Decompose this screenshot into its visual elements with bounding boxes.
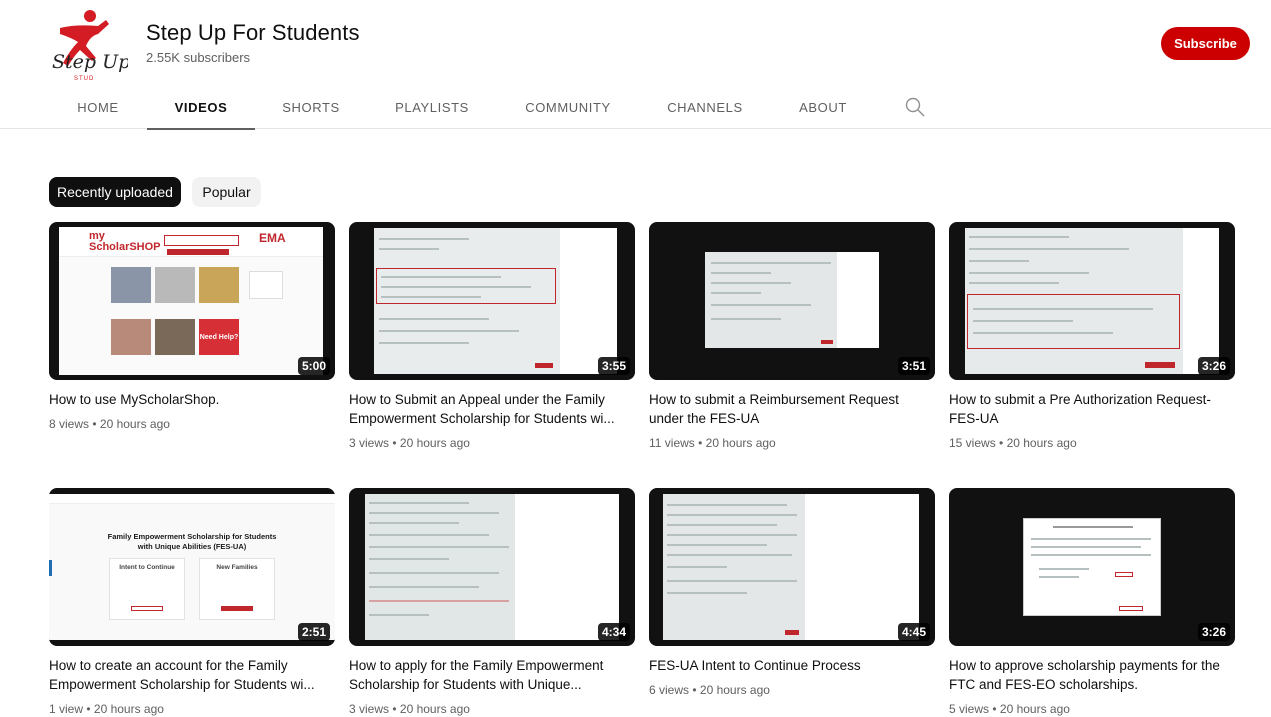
tab-shorts[interactable]: SHORTS (272, 86, 350, 129)
video-meta: 8 views • 20 hours ago (49, 417, 170, 431)
video-meta: 3 views • 20 hours ago (349, 436, 470, 450)
video-duration: 2:51 (297, 623, 330, 641)
video-duration: 4:45 (897, 623, 930, 641)
channel-tabs: HOME VIDEOS SHORTS PLAYLISTS COMMUNITY C… (0, 86, 1271, 130)
tab-community[interactable]: COMMUNITY (514, 86, 622, 129)
video-duration: 3:26 (1197, 623, 1230, 641)
video-duration: 3:55 (597, 357, 630, 375)
fes-intent-label: Intent to Continue (119, 564, 175, 571)
video-thumbnail[interactable]: Family Empowerment Scholarship for Stude… (49, 488, 335, 646)
video-meta: 1 view • 20 hours ago (49, 702, 164, 716)
video-thumbnail[interactable]: 4:45 (649, 488, 935, 646)
video-duration: 5:00 (297, 357, 330, 375)
video-thumbnail[interactable]: 3:26 (949, 488, 1235, 646)
chip-popular[interactable]: Popular (192, 177, 261, 207)
video-title[interactable]: How to use MyScholarShop. (49, 391, 335, 410)
video-thumbnail[interactable]: my ScholarSHOP EMA Need Help? 5:00 (49, 222, 335, 380)
tab-playlists[interactable]: PLAYLISTS (384, 86, 480, 129)
video-title[interactable]: How to create an account for the Family … (49, 657, 335, 694)
tab-home[interactable]: HOME (66, 86, 130, 129)
video-title[interactable]: How to Submit an Appeal under the Family… (349, 391, 635, 428)
channel-name[interactable]: Step Up For Students (146, 20, 360, 46)
video-title[interactable]: FES-UA Intent to Continue Process (649, 657, 935, 676)
video-title[interactable]: How to submit a Pre Authorization Reques… (949, 391, 1235, 428)
video-duration: 4:34 (597, 623, 630, 641)
logo-text: Step Up (52, 51, 128, 73)
tab-videos[interactable]: VIDEOS (147, 86, 255, 130)
video-title[interactable]: How to apply for the Family Empowerment … (349, 657, 635, 694)
video-meta: 15 views • 20 hours ago (949, 436, 1077, 450)
fes-new-label: New Families (216, 564, 258, 571)
tab-about[interactable]: ABOUT (788, 86, 858, 129)
need-help-tile: Need Help? (199, 319, 239, 355)
video-thumbnail[interactable]: 4:34 (349, 488, 635, 646)
fes-heading: Family Empowerment Scholarship for Stude… (107, 532, 277, 551)
channel-logo[interactable]: Step Up STUD (46, 6, 128, 82)
chip-recently-uploaded[interactable]: Recently uploaded (49, 177, 181, 207)
video-meta: 6 views • 20 hours ago (649, 683, 770, 697)
video-thumbnail[interactable]: 3:26 (949, 222, 1235, 380)
myscholarshop-logo: my ScholarSHOP (89, 230, 161, 253)
ema-logo: EMA (259, 231, 286, 245)
video-title[interactable]: How to approve scholarship payments for … (949, 657, 1235, 694)
search-icon[interactable] (904, 96, 926, 118)
video-meta: 11 views • 20 hours ago (649, 436, 776, 450)
tab-channels[interactable]: CHANNELS (656, 86, 754, 129)
video-thumbnail[interactable]: 3:51 (649, 222, 935, 380)
video-thumbnail[interactable]: 3:55 (349, 222, 635, 380)
channel-header: Step Up STUD Step Up For Students 2.55K … (0, 0, 1271, 82)
subscribe-button[interactable]: Subscribe (1161, 27, 1250, 60)
video-title[interactable]: How to submit a Reimbursement Request un… (649, 391, 935, 428)
video-duration: 3:51 (897, 357, 930, 375)
video-meta: 5 views • 20 hours ago (949, 702, 1070, 716)
video-duration: 3:26 (1197, 357, 1230, 375)
subscriber-count: 2.55K subscribers (146, 50, 251, 65)
svg-text:STUD: STUD (74, 76, 94, 82)
video-meta: 3 views • 20 hours ago (349, 702, 470, 716)
